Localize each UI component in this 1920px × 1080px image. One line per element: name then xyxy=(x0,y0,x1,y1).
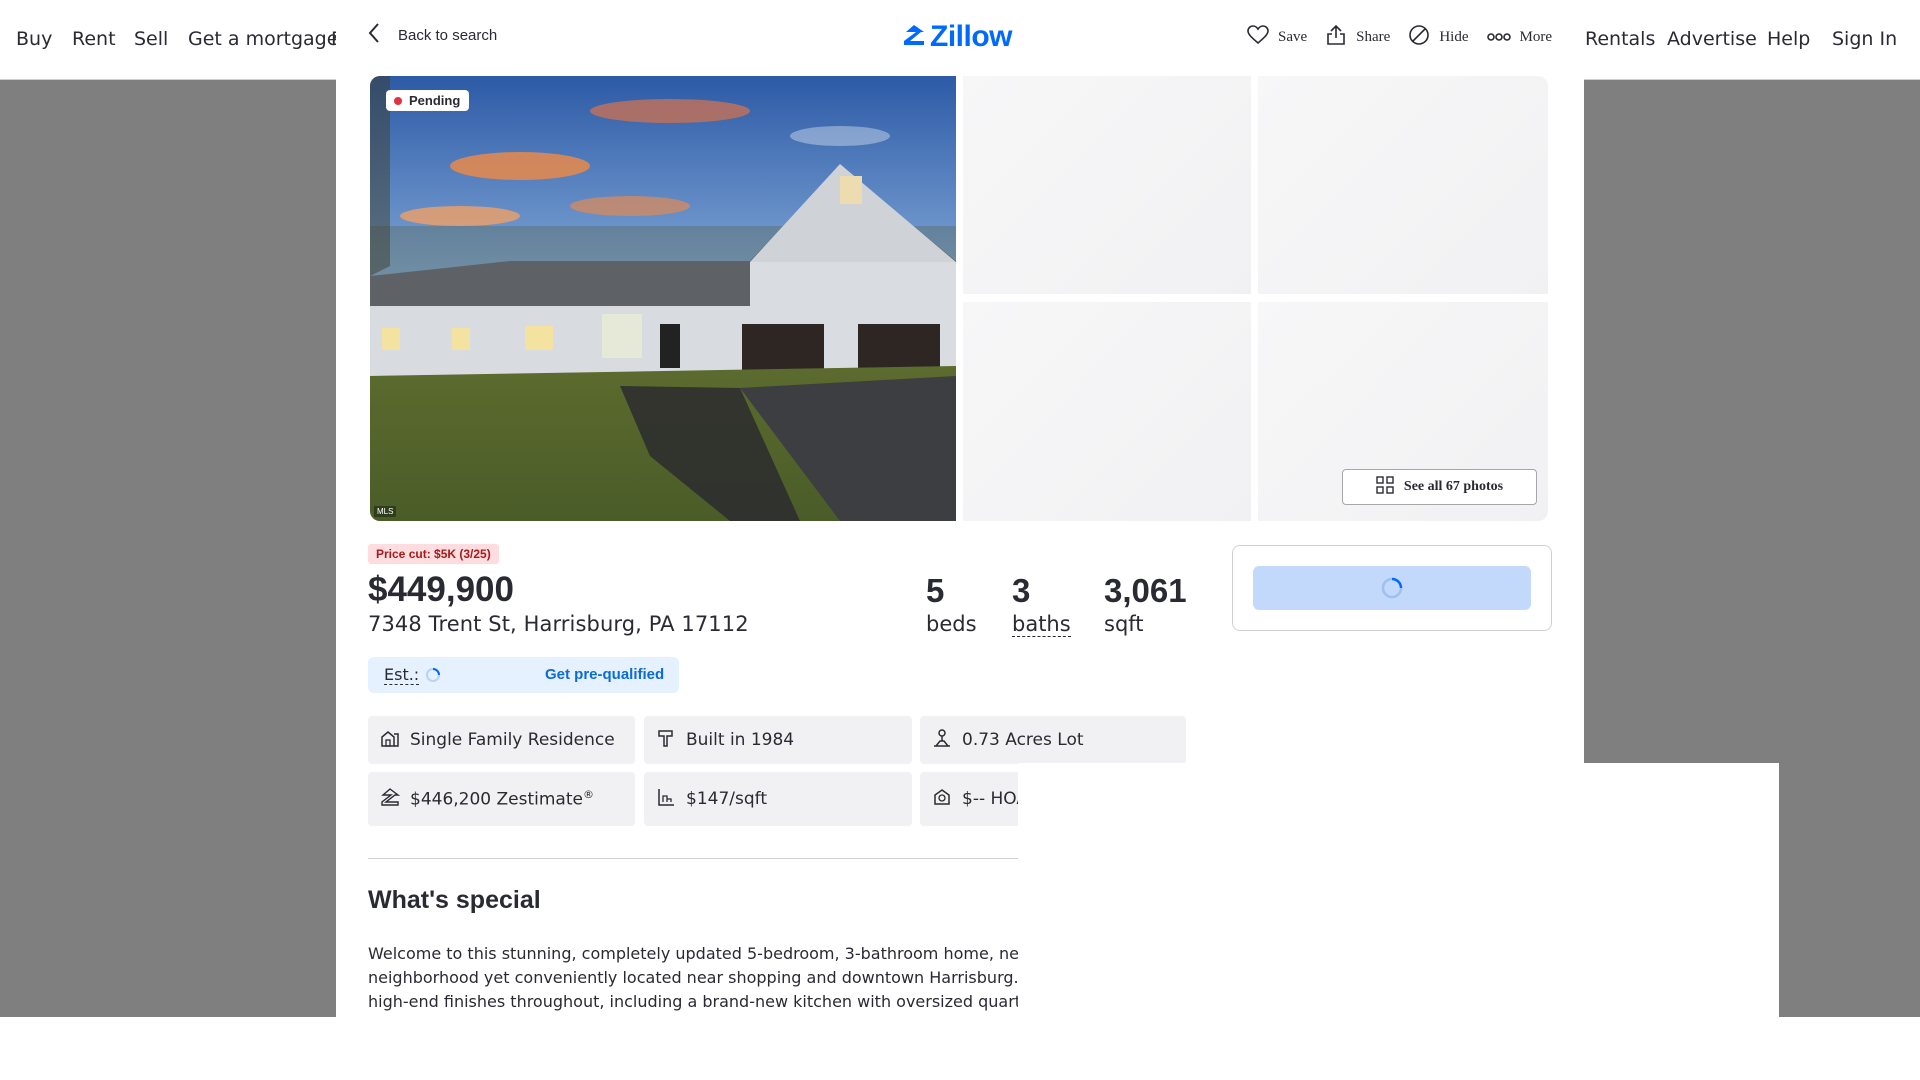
status-dot-icon xyxy=(394,96,402,105)
nav-sign-in[interactable]: Sign In xyxy=(1832,28,1897,50)
fact-zestimate[interactable]: $446,200 Zestimate® xyxy=(368,772,635,826)
modal-header: Back to search Zillow Save Share Hide Mo… xyxy=(336,0,1584,72)
photo-placeholder-1[interactable] xyxy=(963,76,1251,294)
nav-buy[interactable]: Buy xyxy=(16,28,52,50)
est-payment-label[interactable]: Est.: xyxy=(384,665,420,685)
price-per-sqft-icon xyxy=(656,787,686,812)
nav-rentals[interactable]: Rentals xyxy=(1585,28,1655,50)
more-label: More xyxy=(1519,29,1553,45)
lot-size-text: 0.73 Acres Lot xyxy=(962,730,1084,750)
get-pre-qualified-link[interactable]: Get pre-qualified xyxy=(545,666,664,683)
page-footer-area xyxy=(0,1017,1920,1080)
back-to-search-button[interactable]: Back to search xyxy=(368,22,497,49)
nav-rent[interactable]: Rent xyxy=(72,28,116,50)
sqft-label: sqft xyxy=(1104,612,1144,636)
home-type-text: Single Family Residence xyxy=(410,730,615,750)
hide-label: Hide xyxy=(1439,29,1469,45)
zillow-logo[interactable]: Zillow xyxy=(902,20,1013,54)
main-photo[interactable]: Pending MLS xyxy=(370,76,956,521)
contact-agent-button[interactable] xyxy=(1253,566,1531,610)
fact-year-built: Built in 1984 xyxy=(644,716,912,764)
beds-stat: 5 beds xyxy=(926,572,977,636)
hide-icon xyxy=(1408,24,1439,51)
zestimate-value: $446,200 Zestimate xyxy=(410,789,583,810)
zillow-logo-text: Zillow xyxy=(930,20,1013,53)
listing-address: 7348 Trent St, Harrisburg, PA 17112 xyxy=(368,612,749,636)
fact-lot-size: 0.73 Acres Lot xyxy=(920,716,1186,764)
share-icon xyxy=(1325,24,1356,51)
hide-button[interactable]: Hide xyxy=(1408,24,1469,51)
photo-placeholder-2[interactable] xyxy=(1258,76,1548,294)
lot-size-icon xyxy=(932,728,962,753)
nav-get-a-mortgage[interactable]: Get a mortgage xyxy=(188,28,338,50)
year-built-text: Built in 1984 xyxy=(686,730,795,750)
home-type-icon xyxy=(380,728,410,753)
more-button[interactable]: More xyxy=(1486,29,1553,46)
chevron-left-icon xyxy=(368,22,380,49)
nav-advertise[interactable]: Advertise xyxy=(1667,28,1757,50)
loading-overlay-panel xyxy=(1018,763,1584,1017)
zestimate-icon xyxy=(380,787,410,812)
hammer-icon xyxy=(656,728,686,753)
baths-label: baths xyxy=(1012,612,1071,637)
listing-modal: Back to search Zillow Save Share Hide Mo… xyxy=(336,0,1584,1017)
sqft-stat: 3,061 sqft xyxy=(1104,572,1187,636)
beds-label: beds xyxy=(926,612,977,636)
price-per-sqft-text: $147/sqft xyxy=(686,789,767,809)
pending-badge-label: Pending xyxy=(409,93,461,108)
more-icon xyxy=(1486,29,1520,46)
zillow-z-icon xyxy=(902,23,926,52)
header-actions: Save Share Hide More xyxy=(1229,24,1552,51)
heart-icon xyxy=(1247,25,1278,50)
contact-agent-card xyxy=(1232,545,1552,631)
sqft-count: 3,061 xyxy=(1104,572,1187,609)
price-cut-badge: Price cut: $5K (3/25) xyxy=(368,544,499,564)
nav-help[interactable]: Help xyxy=(1767,28,1810,50)
registered-mark: ® xyxy=(582,788,594,802)
fact-home-type: Single Family Residence xyxy=(368,716,635,764)
see-all-photos-button[interactable]: See all 67 photos xyxy=(1342,469,1537,505)
zestimate-text: $446,200 Zestimate® xyxy=(410,788,594,810)
fact-price-per-sqft: $147/sqft xyxy=(644,772,912,826)
photo-placeholder-3[interactable] xyxy=(963,302,1251,521)
whats-special-heading: What's special xyxy=(368,886,541,914)
baths-count: 3 xyxy=(1012,572,1031,609)
estimated-payment-bar: Est.: Get pre-qualified xyxy=(368,657,679,693)
hoa-icon xyxy=(932,787,962,812)
grid-icon xyxy=(1376,475,1404,499)
see-all-photos-label: See all 67 photos xyxy=(1403,479,1504,494)
loading-spinner-icon xyxy=(425,667,441,683)
beds-count: 5 xyxy=(926,572,945,609)
listing-price: $449,900 xyxy=(368,570,514,609)
share-label: Share xyxy=(1356,29,1391,45)
save-button[interactable]: Save xyxy=(1247,25,1307,50)
share-button[interactable]: Share xyxy=(1325,24,1390,51)
baths-stat[interactable]: 3 baths xyxy=(1012,572,1071,637)
pending-badge: Pending xyxy=(386,90,470,111)
loading-spinner-icon xyxy=(1380,576,1404,600)
back-to-search-label: Back to search xyxy=(398,27,498,44)
save-label: Save xyxy=(1278,29,1308,45)
mls-tag: MLS xyxy=(374,506,397,517)
nav-sell[interactable]: Sell xyxy=(134,28,168,50)
